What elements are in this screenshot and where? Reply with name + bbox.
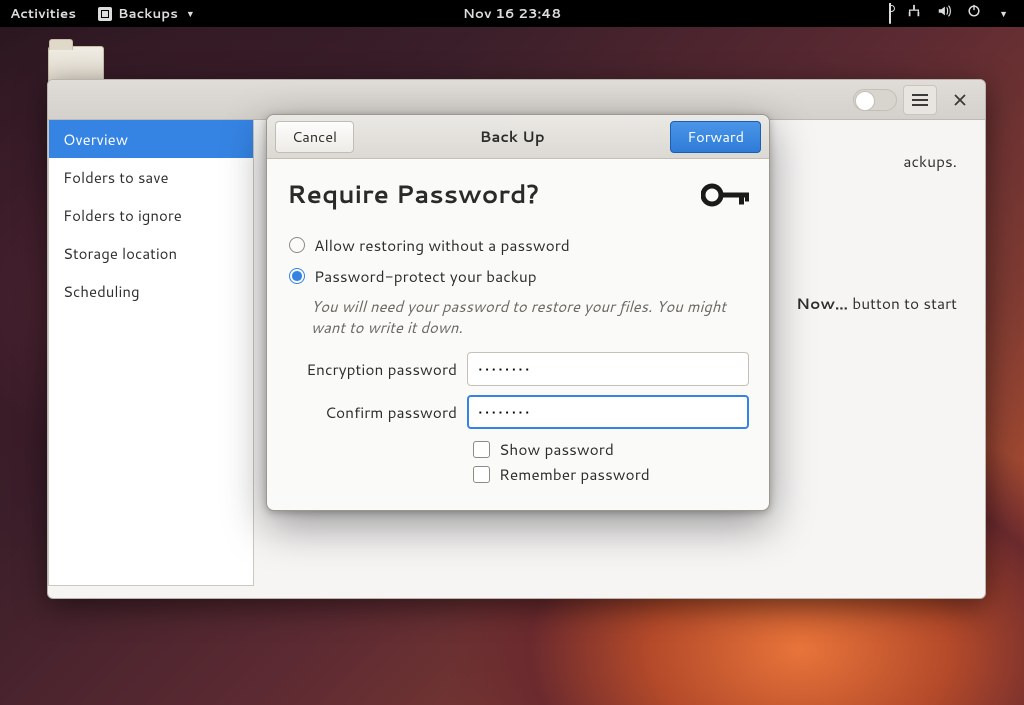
dialog-titlebar: Cancel Back Up Forward <box>267 115 769 159</box>
auto-backup-toggle[interactable] <box>853 89 897 111</box>
clock[interactable]: Nov 16 23:48 <box>463 4 561 23</box>
radio-icon <box>289 268 305 284</box>
radio-icon <box>289 237 305 253</box>
hamburger-menu-button[interactable] <box>903 85 937 115</box>
sidebar-item-scheduling[interactable]: Scheduling <box>49 272 253 310</box>
radio-allow-no-password[interactable]: Allow restoring without a password <box>287 234 749 256</box>
radio-password-protect[interactable]: Password-protect your backup <box>287 265 749 287</box>
sidebar-item-folders-save[interactable]: Folders to save <box>49 158 253 196</box>
password-hint: You will need your password to restore y… <box>311 296 749 338</box>
hamburger-icon <box>912 93 928 107</box>
radio-label: Password-protect your backup <box>314 265 537 287</box>
app-icon <box>98 7 112 21</box>
dialog-heading: Require Password? <box>287 177 539 212</box>
confirm-password-label: Confirm password <box>287 401 457 423</box>
settings-sidebar: Overview Folders to save Folders to igno… <box>48 120 254 586</box>
checkbox-icon <box>473 466 490 483</box>
backup-now-hint-button-label: Now… <box>796 292 848 314</box>
forward-button[interactable]: Forward <box>670 121 761 153</box>
backup-password-dialog: Cancel Back Up Forward Require Password?… <box>266 114 770 511</box>
show-password-checkbox[interactable]: Show password <box>473 438 749 460</box>
sidebar-item-storage[interactable]: Storage location <box>49 234 253 272</box>
encryption-password-input[interactable] <box>467 352 749 386</box>
caffeine-icon[interactable] <box>889 4 891 23</box>
radio-label: Allow restoring without a password <box>314 234 570 256</box>
volume-icon[interactable] <box>937 4 951 23</box>
key-icon <box>701 182 749 208</box>
dialog-title: Back Up <box>480 126 545 147</box>
app-menu-label: Backups <box>118 4 178 23</box>
sidebar-item-folders-ignore[interactable]: Folders to ignore <box>49 196 253 234</box>
activities-button[interactable]: Activities <box>10 4 76 23</box>
checkbox-label: Remember password <box>499 463 650 485</box>
gnome-top-bar: Activities Backups ▼ Nov 16 23:48 ▼ <box>0 0 1024 27</box>
confirm-password-input[interactable] <box>467 395 749 429</box>
cancel-button[interactable]: Cancel <box>275 121 354 153</box>
chevron-down-icon: ▼ <box>186 7 195 20</box>
sidebar-item-overview[interactable]: Overview <box>49 120 253 158</box>
network-icon[interactable] <box>907 4 921 23</box>
power-icon[interactable] <box>967 4 981 23</box>
window-close-button[interactable] <box>943 85 977 115</box>
encryption-password-label: Encryption password <box>287 358 457 380</box>
checkbox-icon <box>473 441 490 458</box>
close-icon <box>954 94 966 106</box>
app-menu[interactable]: Backups ▼ <box>98 4 195 23</box>
system-menu-chevron-icon[interactable]: ▼ <box>999 7 1008 20</box>
checkbox-label: Show password <box>499 438 614 460</box>
remember-password-checkbox[interactable]: Remember password <box>473 463 749 485</box>
